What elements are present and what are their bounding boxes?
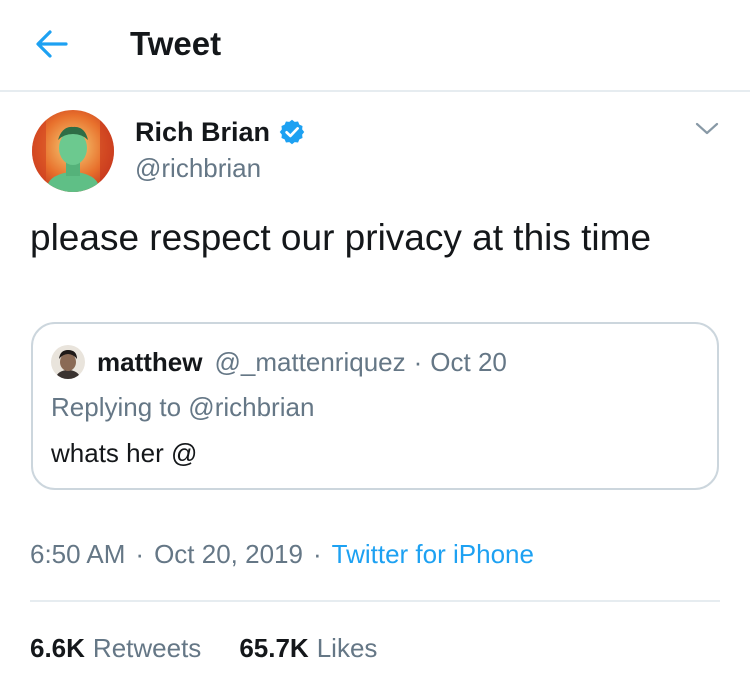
quoted-separator: · bbox=[413, 346, 423, 377]
meta-separator: · bbox=[135, 538, 145, 569]
top-bar: Tweet bbox=[0, 0, 750, 92]
tweet-text: please respect our privacy at this time bbox=[30, 217, 652, 258]
tweet-date[interactable]: Oct 20, 2019 bbox=[154, 539, 303, 570]
quoted-author-avatar bbox=[51, 345, 85, 379]
author-name[interactable]: Rich Brian bbox=[135, 117, 270, 148]
page-title: Tweet bbox=[130, 25, 222, 62]
tweet-meta: 6:50 AM · Oct 20, 2019 · Twitter for iPh… bbox=[30, 536, 534, 572]
quoted-author-handle: @_mattenriquez bbox=[214, 346, 406, 377]
retweets-count: 6.6K bbox=[30, 632, 85, 663]
author-avatar[interactable] bbox=[32, 110, 114, 192]
arrow-left-icon bbox=[36, 30, 68, 58]
meta-separator: · bbox=[312, 538, 322, 569]
likes-count: 65.7K bbox=[239, 632, 309, 663]
tweet-options-button[interactable] bbox=[692, 114, 722, 144]
tweet-stats: 6.6K Retweets 65.7K Likes bbox=[30, 630, 377, 666]
likes-stat[interactable]: 65.7K Likes bbox=[239, 633, 377, 664]
quoted-tweet-date: Oct 20 bbox=[430, 346, 507, 377]
back-button[interactable] bbox=[30, 22, 74, 66]
retweets-stat[interactable]: 6.6K Retweets bbox=[30, 633, 201, 664]
quoted-author-name: matthew bbox=[97, 346, 203, 377]
quoted-tweet-header: matthew @_mattenriquez · Oct 20 bbox=[51, 344, 507, 380]
quoted-tweet-text: whats her @ bbox=[51, 438, 198, 468]
stats-divider bbox=[30, 600, 720, 602]
author-handle[interactable]: @richbrian bbox=[135, 151, 261, 185]
author-name-row: Rich Brian bbox=[135, 114, 306, 150]
retweets-label: Retweets bbox=[92, 632, 202, 663]
likes-label: Likes bbox=[316, 632, 378, 663]
chevron-down-icon bbox=[695, 122, 719, 135]
verified-badge-icon bbox=[278, 118, 306, 146]
tweet-source-link[interactable]: Twitter for iPhone bbox=[332, 539, 534, 570]
quoted-tweet-card[interactable]: matthew @_mattenriquez · Oct 20 Replying… bbox=[31, 322, 719, 490]
quoted-replying-to: Replying to @richbrian bbox=[51, 392, 315, 422]
tweet-time[interactable]: 6:50 AM bbox=[30, 539, 125, 570]
